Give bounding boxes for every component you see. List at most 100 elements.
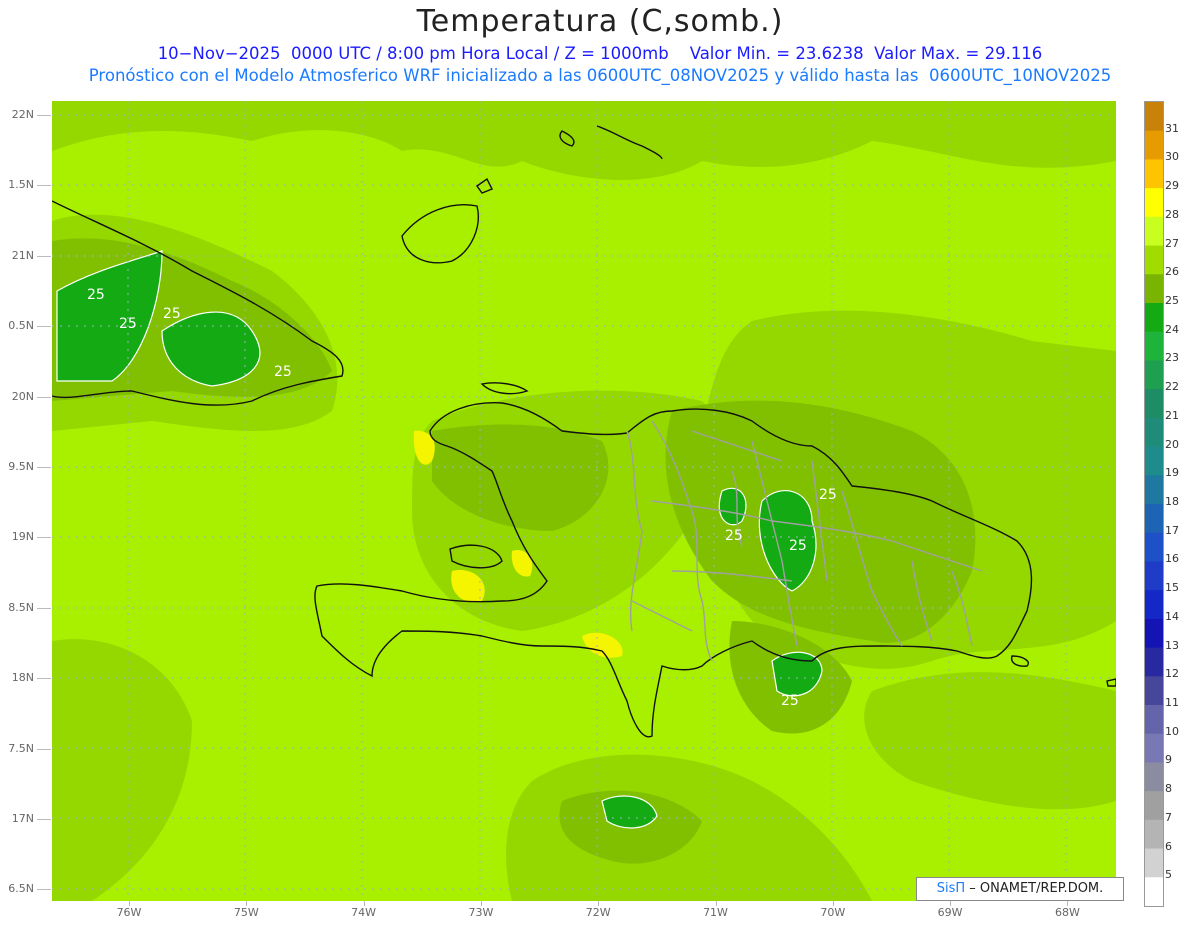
y-tick-label: 17N — [11, 812, 34, 825]
colorbar-segment — [1145, 819, 1163, 850]
x-tick-label: 70W — [820, 906, 846, 919]
colorbar-label: 10 — [1165, 724, 1179, 738]
y-tick-mark — [37, 185, 51, 187]
x-tick-mark — [480, 901, 482, 906]
colorbar-segment — [1145, 102, 1163, 132]
y-tick-label: 21N — [11, 248, 34, 262]
contour-label: 25 — [87, 287, 105, 303]
colorbar-segment — [1145, 561, 1163, 591]
colorbar-segment — [1145, 331, 1163, 361]
colorbar-segment — [1145, 130, 1163, 160]
y-tick-mark — [37, 396, 51, 398]
colorbar-segment — [1145, 245, 1163, 275]
colorbar-label: 5 — [1165, 868, 1172, 882]
colorbar-label: 20 — [1165, 437, 1179, 451]
y-tick-label: 18N — [11, 671, 34, 685]
colorbar-label: 19 — [1165, 466, 1179, 480]
credit-text: – ONAMET/REP.DOM. — [969, 881, 1104, 896]
x-tick-mark — [1067, 901, 1069, 906]
y-tick-label: 1.5N — [8, 178, 34, 192]
colorbar-label: 11 — [1165, 696, 1179, 709]
y-tick-label: 20N — [11, 389, 34, 403]
colorbar-segment — [1145, 618, 1163, 649]
model-info-line: Pronóstico con el Modelo Atmosferico WRF… — [88, 66, 1112, 85]
x-tick-label: 71W — [703, 906, 728, 919]
colorbar — [1144, 101, 1164, 907]
colorbar-label: 31 — [1165, 121, 1179, 135]
map-title: Temperatura (C,somb.) — [416, 4, 784, 39]
colorbar-label: 18 — [1165, 495, 1179, 508]
colorbar-segment — [1145, 791, 1163, 821]
x-tick-label: 73W — [468, 906, 494, 919]
colorbar-label: 23 — [1165, 351, 1179, 365]
temperature-map: 25 25 25 25 25 25 25 25 — [52, 101, 1116, 901]
colorbar-segment — [1145, 446, 1163, 476]
y-tick-mark — [37, 115, 51, 116]
x-tick-label: 76W — [116, 906, 142, 919]
colorbar-segment — [1145, 303, 1163, 333]
x-tick-label: 74W — [351, 906, 377, 919]
colorbar-label: 17 — [1165, 523, 1179, 537]
colorbar-label: 9 — [1165, 753, 1172, 767]
colorbar-segment — [1145, 504, 1163, 534]
colorbar-segment — [1145, 647, 1163, 677]
contour-label: 25 — [163, 306, 181, 322]
y-tick-mark — [37, 326, 51, 328]
y-tick-label: 9.5N — [8, 460, 34, 473]
colorbar-label: 22 — [1165, 380, 1179, 394]
x-tick-mark — [832, 901, 834, 906]
x-tick-label: 75W — [233, 906, 259, 919]
y-tick-mark — [37, 467, 51, 468]
y-tick-mark — [37, 537, 51, 539]
y-tick-mark — [37, 889, 51, 891]
x-tick-mark — [246, 901, 248, 906]
colorbar-label: 13 — [1165, 638, 1179, 652]
colorbar-label: 12 — [1165, 667, 1179, 681]
x-tick-label: 68W — [1054, 906, 1080, 919]
y-tick-mark — [37, 255, 51, 257]
colorbar-segment — [1145, 360, 1163, 390]
colorbar-label: 6 — [1165, 839, 1172, 853]
y-tick-mark — [37, 819, 51, 820]
colorbar-segment — [1145, 848, 1163, 878]
colorbar-segment — [1145, 877, 1163, 906]
colorbar-segment — [1145, 475, 1163, 505]
colorbar-label: 29 — [1165, 179, 1179, 193]
colorbar-label: 26 — [1165, 265, 1179, 279]
y-tick-label: 8.5N — [8, 600, 34, 614]
colorbar-segment — [1145, 676, 1163, 706]
x-tick-label: 72W — [585, 906, 611, 919]
colorbar-label: 25 — [1165, 294, 1179, 307]
colorbar-segment — [1145, 590, 1163, 620]
colorbar-segment — [1145, 733, 1163, 763]
x-tick-mark — [715, 901, 717, 906]
x-tick-mark — [598, 901, 600, 906]
colorbar-label: 16 — [1165, 552, 1179, 566]
colorbar-segment — [1145, 389, 1163, 419]
y-tick-label: 6.5N — [8, 882, 34, 896]
contour-label: 25 — [819, 487, 837, 503]
contour-label: 25 — [274, 364, 292, 380]
colorbar-segment — [1145, 705, 1163, 735]
colorbar-label: 15 — [1165, 581, 1179, 595]
colorbar-label: 14 — [1165, 609, 1179, 623]
x-tick-mark — [950, 901, 952, 906]
y-tick-label: 19N — [11, 530, 34, 544]
y-tick-label: 22N — [11, 108, 34, 121]
x-tick-mark — [363, 901, 365, 906]
colorbar-segment — [1145, 417, 1163, 448]
colorbar-segment — [1145, 216, 1163, 247]
colorbar-segment — [1145, 274, 1163, 304]
y-tick-mark — [37, 748, 51, 750]
contour-label: 25 — [725, 528, 743, 544]
x-tick-mark — [129, 901, 130, 906]
y-tick-mark — [37, 607, 51, 609]
sispi-brand: SisΠ — [936, 881, 966, 896]
colorbar-label: 8 — [1165, 782, 1172, 796]
credit-box: SisΠ – ONAMET/REP.DOM. — [916, 877, 1124, 901]
contour-label: 25 — [781, 693, 799, 709]
validity-line: 10−Nov−2025 0000 UTC / 8:00 pm Hora Loca… — [157, 44, 1043, 63]
colorbar-label: 27 — [1165, 236, 1179, 250]
colorbar-segment — [1145, 159, 1163, 189]
colorbar-label: 30 — [1165, 150, 1179, 164]
